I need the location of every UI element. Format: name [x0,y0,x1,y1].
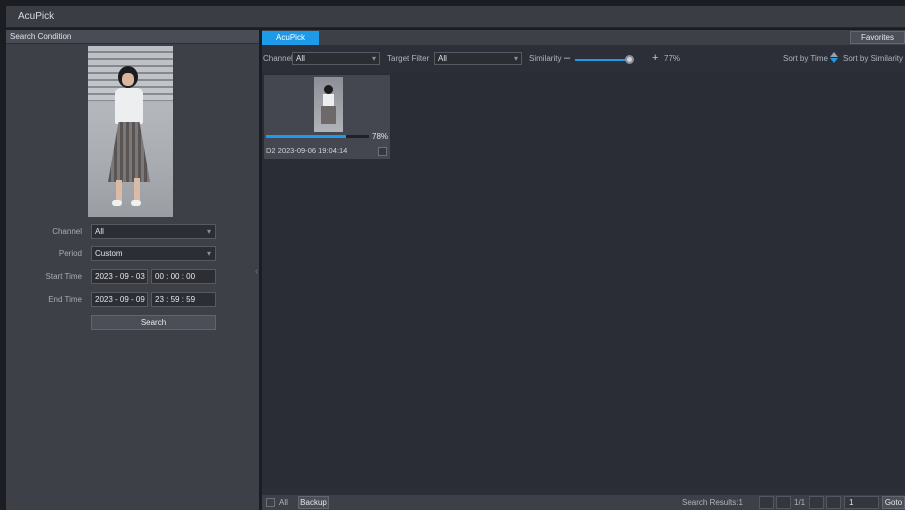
results-area: 78% D2 2023-09-06 19:04:14 [262,73,905,488]
result-checkbox[interactable] [378,147,387,156]
filter-channel-select[interactable]: All [292,52,380,65]
end-time-label: End Time [48,295,82,304]
result-card[interactable]: 78% D2 2023-09-06 19:04:14 [264,75,390,159]
start-time-input[interactable]: 00 : 00 : 00 [151,269,216,284]
channel-select[interactable]: All [91,224,216,239]
bottom-bar: All Backup Search Results:1 1/1 1 Goto [262,495,905,510]
target-filter-label: Target Filter [387,54,430,63]
search-results-count: Search Results:1 [682,498,743,507]
result-thumbnail[interactable] [314,77,343,132]
similarity-minus-icon[interactable]: – [564,52,570,64]
channel-row: Channel All [6,224,259,240]
last-page-button[interactable] [826,496,841,509]
window-title: AcuPick [18,11,55,22]
start-date-input[interactable]: 2023 - 09 - 03 [91,269,148,284]
end-date-input[interactable]: 2023 - 09 - 09 [91,292,148,307]
similarity-label: Similarity [529,54,562,63]
start-time-row: Start Time 2023 - 09 - 03 00 : 00 : 00 [6,269,259,285]
similarity-slider-handle[interactable] [625,55,634,64]
select-all-checkbox[interactable] [266,498,275,507]
results-panel: AcuPick Favorites Channel All Target Fil… [262,30,905,510]
target-person-photo [88,46,173,217]
match-percent: 78% [372,132,389,141]
tab-acupick[interactable]: AcuPick [262,31,319,45]
next-page-button[interactable] [809,496,824,509]
title-bar: AcuPick [6,6,905,28]
start-time-label: Start Time [45,272,82,281]
sort-by-time[interactable]: Sort by Time [783,54,828,63]
target-filter-select[interactable]: All [434,52,522,65]
period-label: Period [58,249,82,258]
page-number-input[interactable]: 1 [844,496,879,509]
similarity-value: 77% [664,54,681,63]
first-page-button[interactable] [759,496,774,509]
goto-button[interactable]: Goto [882,496,905,509]
collapse-panel-icon[interactable]: ‹ [255,266,258,277]
similarity-slider-track[interactable] [575,59,628,61]
end-time-input[interactable]: 23 : 59 : 59 [151,292,216,307]
search-condition-panel: Search Condition Channel All Period Cust… [6,30,259,510]
prev-page-button[interactable] [776,496,791,509]
period-row: Period Custom [6,246,259,262]
search-condition-header: Search Condition [6,30,259,44]
search-button[interactable]: Search [91,315,216,330]
result-timestamp: D2 2023-09-06 19:04:14 [266,146,348,155]
end-time-row: End Time 2023 - 09 - 09 23 : 59 : 59 [6,292,259,308]
page-indicator: 1/1 [794,498,806,507]
match-bar [266,135,369,138]
period-select[interactable]: Custom [91,246,216,261]
channel-label: Channel [52,227,82,236]
filter-bar: Channel All Target Filter All Similarity… [262,50,905,68]
favorites-button[interactable]: Favorites [850,31,905,44]
select-all-label: All [279,498,288,507]
backup-button[interactable]: Backup [298,496,329,509]
match-bar-fill [266,135,347,138]
tab-bar: AcuPick Favorites [262,30,905,45]
filter-channel-label: Channel [263,54,293,63]
sort-by-similarity[interactable]: Sort by Similarity [843,54,903,63]
similarity-plus-icon[interactable]: + [652,52,658,64]
sort-arrows-icon[interactable] [830,52,838,64]
